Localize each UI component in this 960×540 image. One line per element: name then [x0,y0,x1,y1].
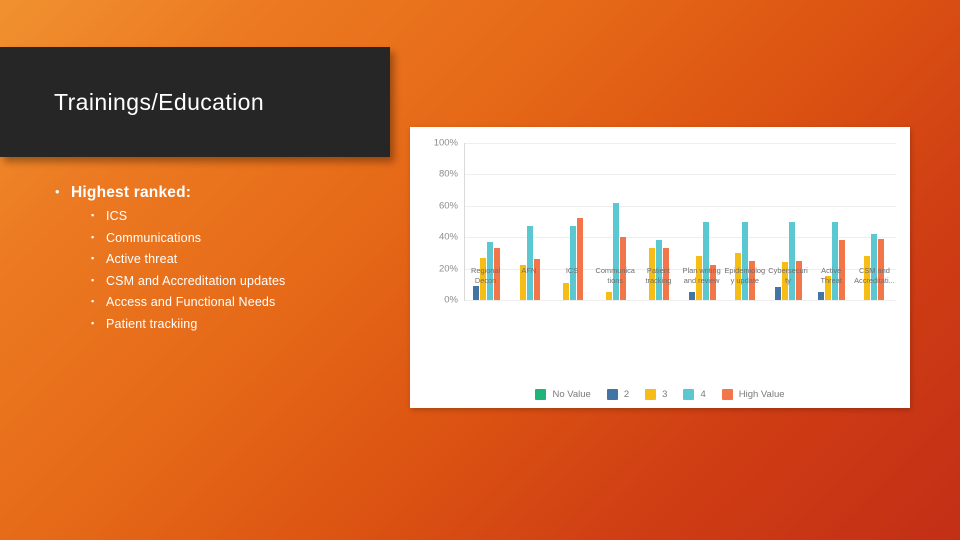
list-item: ▪ CSM and Accreditation updates [91,274,395,288]
x-axis-tick-label: Epidemiology update [724,266,766,285]
list-item-label: CSM and Accreditation updates [106,273,286,288]
legend-item[interactable]: 3 [645,389,667,400]
legend-label: High Value [738,389,785,400]
list-item: ▪ Access and Functional Needs [91,295,395,309]
y-axis-tick-label: 20% [438,263,458,275]
bullet-heading-label: Highest ranked: [71,184,192,201]
bullet-heading: • Highest ranked: [55,184,395,202]
bullet-list: • Highest ranked: ▪ ICS ▪ Communications… [55,184,395,338]
list-item-label: Access and Functional Needs [106,295,276,309]
list-item-label: Communications [106,230,202,245]
page-title: Trainings/Education [54,88,265,115]
legend-label: 4 [700,389,706,400]
bullet-square-icon: ▪ [91,231,95,242]
x-axis-tick-label: Communications [595,266,635,285]
x-axis-tick-label: Cybersecurity [768,266,808,285]
legend-label: 3 [662,389,668,400]
y-axis-tick-label: 60% [438,200,458,212]
legend-swatch-icon [645,389,657,400]
x-axis-tick-label: AFN [521,266,537,275]
x-axis-tick-label: CSM and Accreditati... [854,266,895,285]
legend-swatch-icon [606,389,618,400]
x-axis-tick-label: Active Threat [820,266,842,285]
y-axis-tick-label: 100% [433,137,458,149]
list-item: ▪ Communications [91,231,395,245]
legend-item[interactable]: No Value [535,389,591,400]
legend-item[interactable]: 2 [606,389,630,400]
bullet-square-icon: ▪ [91,274,95,285]
legend-item[interactable]: 4 [683,389,706,400]
bullet-dot-icon: • [55,184,60,199]
legend-swatch-icon [721,389,733,400]
bullet-square-icon: ▪ [91,253,95,263]
bullet-sublist: ▪ ICS ▪ Communications ▪ Active threat ▪… [91,209,395,331]
slide-title-block: Trainings/Education [0,47,390,157]
legend-swatch-icon [683,389,695,400]
x-axis-tick-label: Patient tracking [645,266,672,285]
legend-swatch-icon [535,389,547,400]
chart-plot-area: 100% 80% 60% 40% 20% 0% Regional Decon AFN ICS C… [416,135,904,323]
list-item: ▪ ICS [91,209,395,223]
list-item-label: ICS [106,209,128,223]
chart-x-axis: Regional Decon AFN ICS Communications Patien… [464,263,896,323]
bullet-square-icon: ▪ [91,296,95,306]
x-axis-tick-label: Plan writing and review [682,266,721,285]
list-item-label: Patient trackiing [106,316,198,331]
list-item-label: Active threat [106,252,178,266]
legend-label: 2 [623,389,630,400]
chart-card: 100% 80% 60% 40% 20% 0% Regional Decon AFN ICS C… [410,127,910,408]
y-axis-tick-label: 0% [444,294,458,306]
list-item: ▪ Active threat [91,252,395,266]
list-item: ▪ Patient trackiing [91,317,395,331]
legend-label: No Value [552,389,591,400]
bullet-square-icon: ▪ [91,317,95,328]
x-axis-tick-label: ICS [565,266,579,275]
x-axis-tick-label: Regional Decon [471,266,501,285]
bullet-square-icon: ▪ [91,210,95,220]
legend-item[interactable]: High Value [721,389,785,400]
y-axis-tick-label: 40% [438,231,458,243]
chart-legend: No Value 2 3 4 High Value [410,389,910,400]
y-axis-tick-label: 80% [438,168,458,180]
